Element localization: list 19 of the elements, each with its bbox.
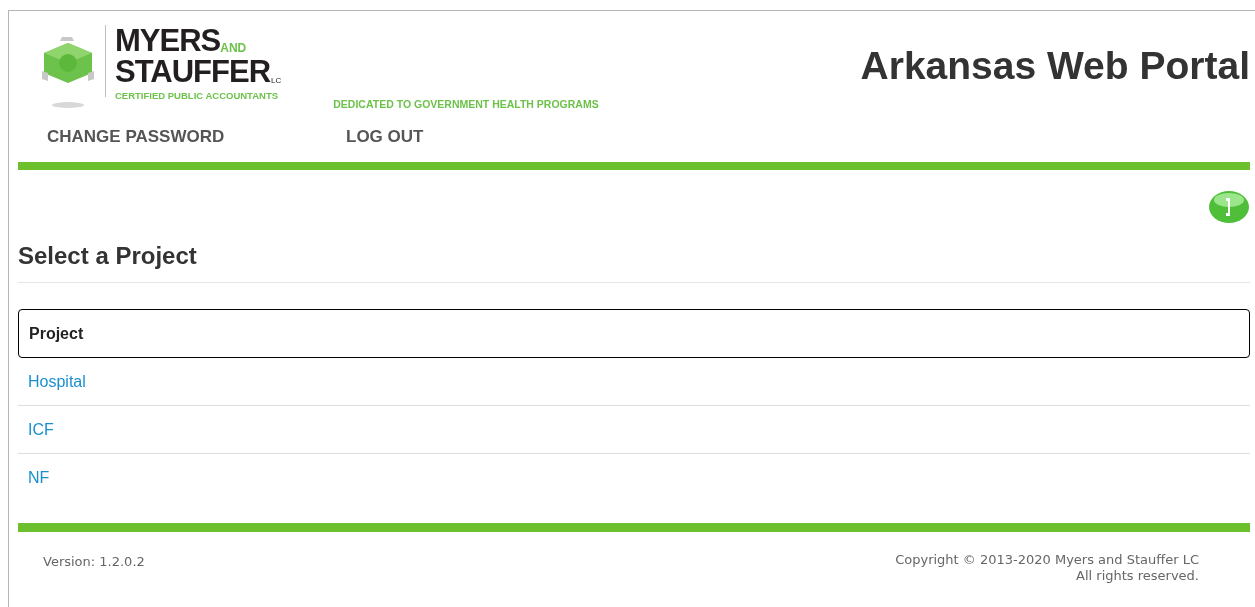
column-header: Project	[28, 323, 85, 344]
tagline: DEDICATED TO GOVERNMENT HEALTH PROGRAMS	[333, 97, 599, 112]
logo-subtitle: CERTIFIED PUBLIC ACCOUNTANTS	[115, 89, 280, 103]
project-link[interactable]: ICF	[18, 417, 64, 442]
logo-suffix: LC	[271, 77, 282, 85]
logo-and: AND	[220, 42, 247, 54]
version-text: Version: 1.2.0.2	[43, 553, 145, 571]
nav-link[interactable]: LOG OUT	[346, 123, 424, 150]
portal-title: Arkansas Web Portal	[860, 43, 1250, 89]
nav-link[interactable]: CHANGE PASSWORD	[47, 123, 317, 150]
cube-logo-icon	[40, 35, 96, 111]
copyright-text: Copyright © 2013-2020 Myers and Stauffer LC	[895, 552, 1199, 568]
section-heading: Select a Project	[18, 238, 1250, 283]
rights-text: All rights reserved.	[1076, 568, 1199, 584]
project-link[interactable]: Hospital	[18, 369, 96, 394]
logo-name: MYERS	[115, 25, 221, 56]
project-link[interactable]: NF	[18, 466, 60, 490]
logo-name: STAUFFER	[115, 56, 271, 87]
phone-icon[interactable]	[1208, 190, 1250, 224]
